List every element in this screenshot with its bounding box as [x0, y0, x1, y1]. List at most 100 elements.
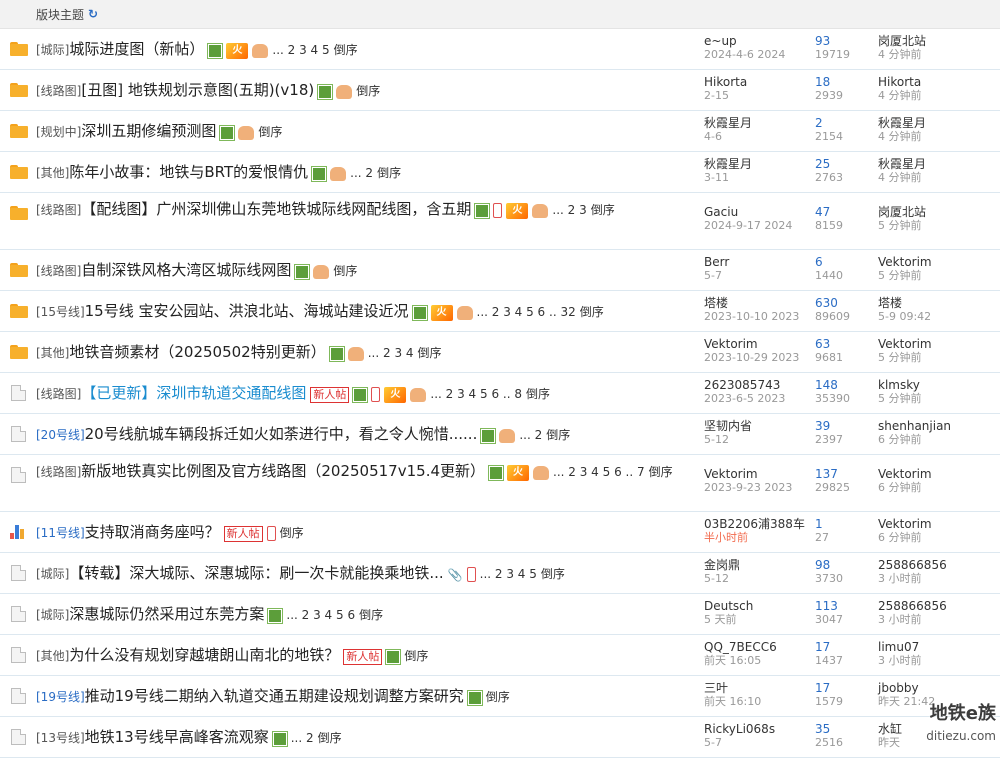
thread-title-link[interactable]: 陈年小故事：地铁与BRT的爱恨情仇 [69, 163, 308, 181]
thread-category-tag[interactable]: [11号线] [36, 526, 85, 540]
thread-title-link[interactable]: 自制深铁风格大湾区城际线网图 [81, 261, 291, 279]
thread-title-link[interactable]: [丑图] 地铁规划示意图(五期)(v18) [81, 81, 314, 99]
thread-pages[interactable]: ... 2 3 4 5 6 .. 8 [430, 387, 522, 401]
thread-category-tag[interactable]: [城际] [36, 43, 69, 57]
thread-title-link[interactable]: 【配线图】广州深圳佛山东莞地铁城际线网配线图，含五期 [81, 200, 471, 218]
last-post-user[interactable]: Vektorim [878, 255, 998, 269]
thread-category-tag[interactable]: [城际] [36, 567, 69, 581]
author-name[interactable]: Deutsch [704, 599, 814, 613]
thread-category-tag[interactable]: [城际] [36, 608, 69, 622]
reverse-order-link[interactable]: 倒序 [334, 43, 358, 57]
reverse-order-link[interactable]: 倒序 [486, 690, 510, 704]
reply-count[interactable]: 18 [815, 75, 875, 89]
last-post-time[interactable]: 3 小时前 [878, 613, 998, 627]
thread-category-tag[interactable]: [20号线] [36, 428, 85, 442]
reply-count[interactable]: 2 [815, 116, 875, 130]
last-post-user[interactable]: jbobby [878, 681, 998, 695]
author-name[interactable]: Vektorim [704, 467, 814, 481]
last-post-user[interactable]: shenhanjian [878, 419, 998, 433]
thread-category-tag[interactable]: [线路图] [36, 203, 81, 217]
reply-count[interactable]: 63 [815, 337, 875, 351]
thread-title-link[interactable]: 20号线航城车辆段拆迁如火如荼进行中，看之令人惋惜...... [85, 425, 478, 443]
reply-count[interactable]: 6 [815, 255, 875, 269]
thread-title-link[interactable]: 【已更新】深圳市轨道交通配线图 [81, 384, 306, 402]
last-post-time[interactable]: 6 分钟前 [878, 433, 998, 447]
thread-category-tag[interactable]: [19号线] [36, 690, 85, 704]
reverse-order-link[interactable]: 倒序 [359, 608, 383, 622]
last-post-time[interactable]: 5 分钟前 [878, 219, 998, 233]
thread-pages[interactable]: ... 2 [350, 166, 373, 180]
author-name[interactable]: 塔楼 [704, 296, 814, 310]
author-name[interactable]: Hikorta [704, 75, 814, 89]
thread-title-link[interactable]: 深惠城际仍然采用过东莞方案 [69, 605, 264, 623]
last-post-time[interactable]: 3 小时前 [878, 572, 998, 586]
thread-category-tag[interactable]: [15号线] [36, 305, 85, 319]
reply-count[interactable]: 17 [815, 640, 875, 654]
reply-count[interactable]: 25 [815, 157, 875, 171]
last-post-time[interactable]: 4 分钟前 [878, 48, 998, 62]
last-post-user[interactable]: Vektorim [878, 467, 998, 481]
reply-count[interactable]: 137 [815, 467, 875, 481]
reverse-order-link[interactable]: 倒序 [318, 731, 342, 745]
reverse-order-link[interactable]: 倒序 [580, 305, 604, 319]
reverse-order-link[interactable]: 倒序 [418, 346, 442, 360]
reply-count[interactable]: 113 [815, 599, 875, 613]
last-post-user[interactable]: Hikorta [878, 75, 998, 89]
reverse-order-link[interactable]: 倒序 [546, 428, 570, 442]
reply-count[interactable]: 148 [815, 378, 875, 392]
reverse-order-link[interactable]: 倒序 [404, 649, 428, 663]
thread-title-link[interactable]: 新版地铁真实比例图及官方线路图（20250517v15.4更新） [81, 462, 485, 480]
reverse-order-link[interactable]: 倒序 [649, 465, 673, 479]
thread-title-link[interactable]: 【转载】深大城际、深惠城际：刷一次卡就能换乘地铁... [69, 564, 443, 582]
last-post-time[interactable]: 5 分钟前 [878, 269, 998, 283]
author-name[interactable]: 03B2206浦388车 [704, 517, 814, 531]
thread-pages[interactable]: ... 2 3 4 5 6 [286, 608, 355, 622]
author-name[interactable]: 坚韧内省 [704, 419, 814, 433]
reverse-order-link[interactable]: 倒序 [541, 567, 565, 581]
thread-pages[interactable]: ... 2 [519, 428, 542, 442]
author-name[interactable]: Berr [704, 255, 814, 269]
reverse-order-link[interactable]: 倒序 [591, 203, 615, 217]
last-post-time[interactable]: 3 小时前 [878, 654, 998, 668]
author-name[interactable]: 金岗鼎 [704, 558, 814, 572]
thread-pages[interactable]: ... 2 3 4 5 6 .. 32 [477, 305, 576, 319]
reply-count[interactable]: 47 [815, 205, 875, 219]
thread-category-tag[interactable]: [其他] [36, 346, 69, 360]
thread-category-tag[interactable]: [线路图] [36, 465, 81, 479]
thread-pages[interactable]: ... 2 [291, 731, 314, 745]
author-name[interactable]: 三叶 [704, 681, 814, 695]
reply-count[interactable]: 35 [815, 722, 875, 736]
thread-category-tag[interactable]: [其他] [36, 649, 69, 663]
last-post-user[interactable]: 塔楼 [878, 296, 998, 310]
author-name[interactable]: Vektorim [704, 337, 814, 351]
last-post-user[interactable]: Vektorim [878, 337, 998, 351]
last-post-time[interactable]: 5 分钟前 [878, 392, 998, 406]
last-post-user[interactable]: klmsky [878, 378, 998, 392]
author-name[interactable]: 2623085743 [704, 378, 814, 392]
thread-title-link[interactable]: 为什么没有规划穿越塘朗山南北的地铁？ [69, 646, 339, 664]
last-post-time[interactable]: 4 分钟前 [878, 130, 998, 144]
thread-title-link[interactable]: 城际进度图（新帖） [69, 40, 204, 58]
thread-category-tag[interactable]: [线路图] [36, 264, 81, 278]
thread-title-link[interactable]: 地铁音频素材（20250502特别更新） [69, 343, 325, 361]
thread-pages[interactable]: ... 2 3 4 5 [480, 567, 537, 581]
author-name[interactable]: 秋霞星月 [704, 157, 814, 171]
reply-count[interactable]: 98 [815, 558, 875, 572]
thread-title-link[interactable]: 推动19号线二期纳入轨道交通五期建设规划调整方案研究 [85, 687, 464, 705]
last-post-user[interactable]: 258866856 [878, 558, 998, 572]
last-post-user[interactable]: Vektorim [878, 517, 998, 531]
reverse-order-link[interactable]: 倒序 [526, 387, 550, 401]
thread-title-link[interactable]: 地铁13号线早高峰客流观察 [85, 728, 269, 746]
last-post-time[interactable]: 4 分钟前 [878, 89, 998, 103]
reply-count[interactable]: 93 [815, 34, 875, 48]
reply-count[interactable]: 17 [815, 681, 875, 695]
thread-category-tag[interactable]: [线路图] [36, 387, 81, 401]
reply-count[interactable]: 630 [815, 296, 875, 310]
thread-title-link[interactable]: 深圳五期修编预测图 [81, 122, 216, 140]
author-name[interactable]: 秋霞星月 [704, 116, 814, 130]
thread-category-tag[interactable]: [其他] [36, 166, 69, 180]
last-post-user[interactable]: 岗厦北站 [878, 34, 998, 48]
author-name[interactable]: QQ_7BECC6 [704, 640, 814, 654]
thread-pages[interactable]: ... 2 3 4 5 [272, 43, 329, 57]
last-post-time[interactable]: 5 分钟前 [878, 351, 998, 365]
